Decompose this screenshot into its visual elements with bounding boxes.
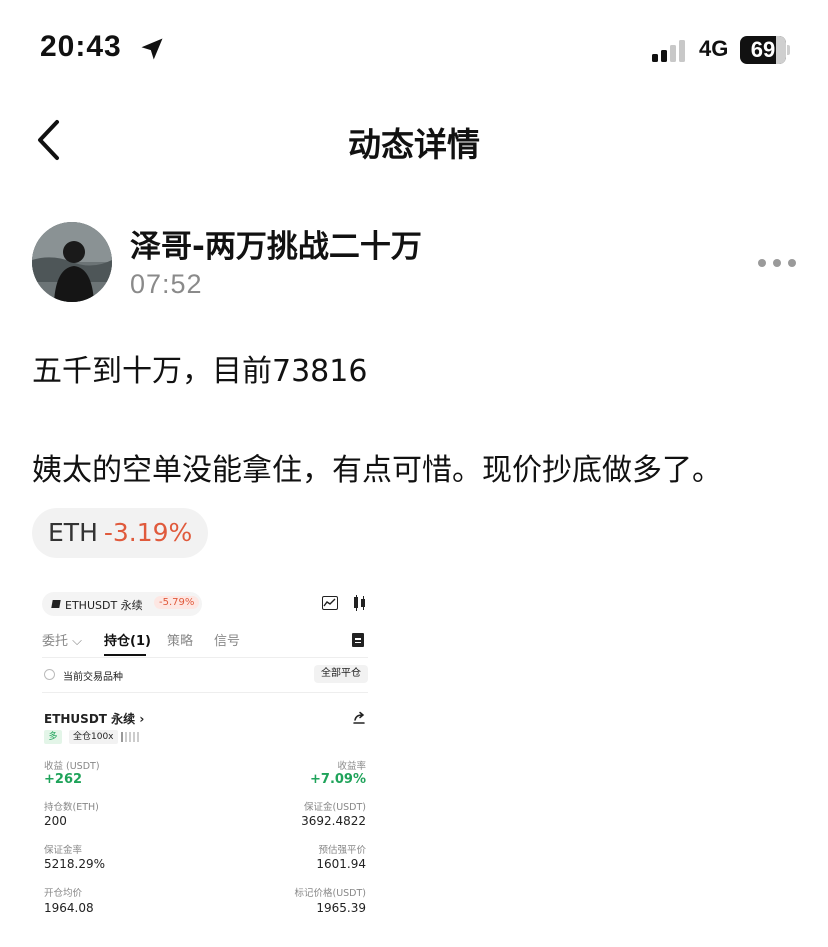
post-image[interactable]: ETHUSDT 永续 -5.79% 委托 ⌵ 持仓(1) 策略 信号 当前交易品… bbox=[32, 578, 384, 947]
image-pair-chip: ETHUSDT 永续 -5.79% bbox=[42, 592, 202, 616]
image-field-value: 1964.08 bbox=[44, 901, 94, 915]
image-field-value: +262 bbox=[44, 772, 83, 787]
document-icon bbox=[352, 633, 364, 647]
more-dots-icon[interactable] bbox=[752, 250, 802, 276]
avatar[interactable] bbox=[32, 222, 112, 302]
ticker-tag[interactable]: ETH -3.19% bbox=[32, 508, 209, 558]
image-tab-orders: 委托 ⌵ bbox=[42, 634, 82, 649]
image-field-value: 5218.29% bbox=[44, 857, 106, 871]
divider bbox=[42, 692, 368, 693]
image-field-label: 收益率 bbox=[337, 761, 366, 772]
post-time: 07:52 bbox=[130, 269, 203, 299]
post-text-line-2: 姨太的空单没能拿住，有点可惜。现价抄底做多了。 bbox=[32, 453, 722, 488]
adl-indicator-icon bbox=[121, 732, 141, 742]
exchange-logo-icon bbox=[51, 600, 61, 608]
battery-icon: 69 bbox=[740, 36, 790, 64]
post-text-line-1: 五千到十万，目前73816 bbox=[32, 354, 368, 389]
image-field-value: 3692.4822 bbox=[301, 814, 366, 828]
image-field-label: 开仓均价 bbox=[44, 888, 83, 899]
cellular-signal-icon bbox=[652, 38, 692, 62]
active-tab-indicator bbox=[104, 654, 146, 656]
status-bar: 20:43 4G 69 bbox=[0, 0, 828, 100]
image-position-title: ETHUSDT 永续 › bbox=[44, 712, 145, 726]
image-field-value: 1965.39 bbox=[316, 901, 366, 915]
image-tab-signals: 信号 bbox=[214, 634, 241, 649]
image-field-value: +7.09% bbox=[310, 772, 366, 787]
page-title: 动态详情 bbox=[348, 125, 480, 164]
candlestick-icon bbox=[352, 595, 366, 611]
battery-percent: 69 bbox=[750, 37, 776, 62]
image-field-label: 保证金(USDT) bbox=[303, 802, 366, 813]
image-field-label: 保证金率 bbox=[44, 845, 83, 856]
share-icon bbox=[353, 711, 365, 724]
image-field-label: 标记价格(USDT) bbox=[294, 888, 366, 899]
image-pair-change: -5.79% bbox=[154, 596, 200, 609]
image-side-badge: 多 bbox=[44, 730, 62, 744]
avatar-image bbox=[32, 222, 112, 302]
divider bbox=[42, 657, 368, 658]
image-filter-label: 当前交易品种 bbox=[63, 672, 123, 683]
network-type: 4G bbox=[699, 36, 729, 61]
ticker-change: -3.19% bbox=[103, 518, 193, 547]
ticker-symbol: ETH bbox=[48, 518, 98, 547]
image-field-value: 1601.94 bbox=[316, 857, 366, 871]
image-tab-positions: 持仓(1) bbox=[104, 634, 151, 649]
image-close-all: 全部平仓 bbox=[314, 665, 368, 683]
chart-icon bbox=[322, 596, 338, 610]
image-field-label: 收益 (USDT) bbox=[44, 761, 100, 772]
image-field-label: 预估强平价 bbox=[318, 845, 366, 856]
image-tabs: 委托 ⌵ 持仓(1) 策略 信号 bbox=[42, 630, 372, 656]
image-leverage-badge: 全仓100x bbox=[69, 730, 118, 744]
image-pair-name: ETHUSDT 永续 bbox=[65, 599, 143, 612]
image-tab-strategy: 策略 bbox=[167, 634, 194, 649]
image-field-label: 持仓数(ETH) bbox=[44, 802, 99, 813]
location-arrow-icon bbox=[141, 38, 163, 60]
author-name[interactable]: 泽哥-两万挑战二十万 bbox=[130, 221, 422, 266]
image-field-value: 200 bbox=[44, 814, 67, 828]
nav-bar: 动态详情 bbox=[0, 100, 828, 180]
status-time: 20:43 bbox=[40, 30, 122, 63]
radio-icon bbox=[44, 669, 55, 680]
